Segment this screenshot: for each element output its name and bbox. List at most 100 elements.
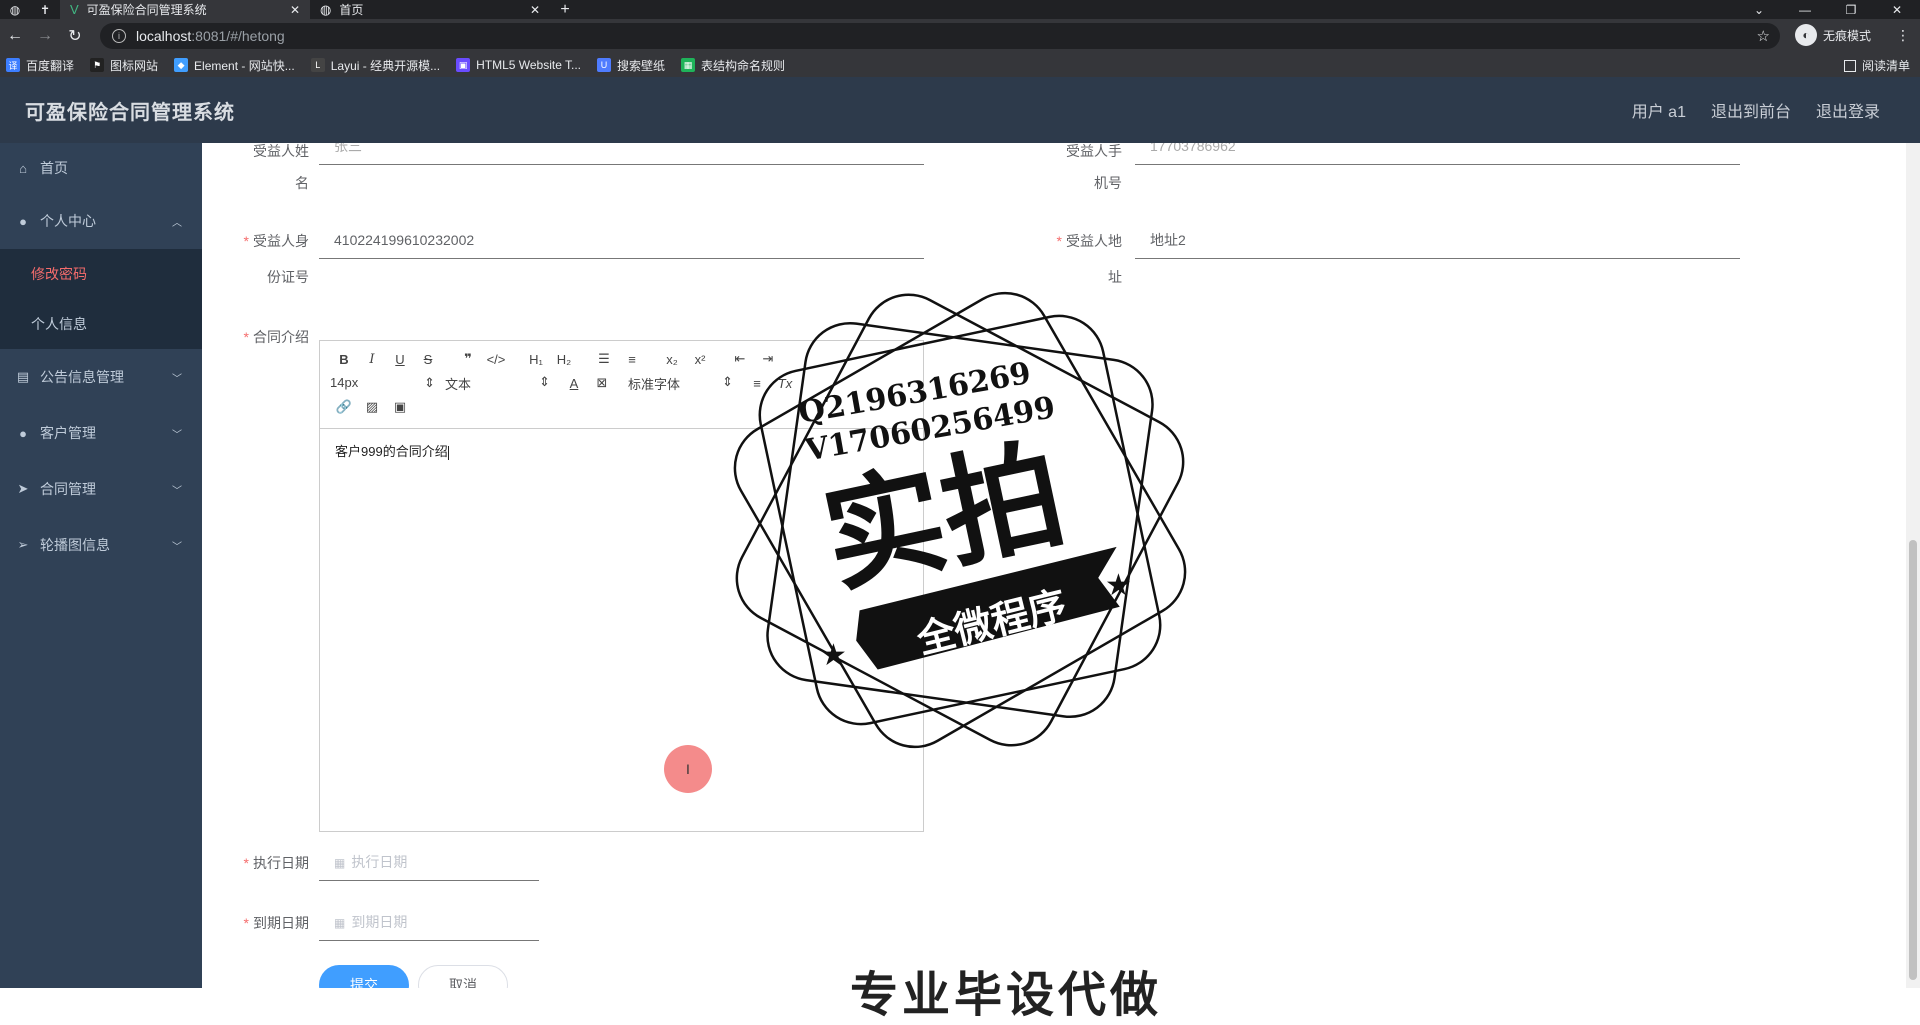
tab-home[interactable]: ◍ 首页 ✕: [310, 0, 550, 19]
wallpaper-icon: U: [597, 58, 612, 72]
sidebar-item-contract-mgmt[interactable]: ➤ 合同管理 ﹀: [0, 461, 202, 517]
image-icon[interactable]: ▨: [358, 399, 386, 415]
bookmark-item[interactable]: 译百度翻译: [6, 57, 74, 74]
select-arrows-icon: ⇕: [722, 373, 733, 389]
chevron-down-icon: ﹀: [172, 373, 182, 385]
bookmark-label: 百度翻译: [26, 58, 75, 73]
cancel-button[interactable]: 取消: [418, 965, 508, 988]
text-cursor-icon: I: [686, 761, 690, 777]
beneficiary-addr-input[interactable]: 地址2: [1135, 223, 1740, 259]
bookmark-label: Element - 网站快...: [194, 58, 295, 73]
sidebar-item-label: 轮播图信息: [40, 537, 110, 553]
exec-date-picker[interactable]: ▦ 执行日期: [319, 845, 539, 881]
reading-list[interactable]: 阅读清单: [1843, 57, 1910, 74]
video-icon[interactable]: ▣: [386, 399, 414, 415]
user-link[interactable]: 用户 a1: [1632, 98, 1686, 122]
blockquote-icon[interactable]: ❞: [454, 351, 482, 367]
code-block-icon[interactable]: </>: [482, 352, 510, 367]
sidebar-item-label: 个人中心: [40, 213, 96, 229]
sidebar-item-change-password[interactable]: 修改密码: [0, 249, 202, 299]
vue-icon: V: [70, 2, 79, 17]
bookmark-item[interactable]: L Layui - 经典开源模...: [310, 57, 440, 74]
indent-icon[interactable]: ⇥: [754, 351, 782, 367]
globe-icon: ◍: [320, 1, 332, 17]
beneficiary-phone-input[interactable]: 17703786962: [1135, 143, 1740, 165]
label-line: 受益人地: [1066, 233, 1122, 249]
bookmark-item[interactable]: ◆ Element - 网站快...: [174, 57, 295, 74]
due-date-picker[interactable]: ▦ 到期日期: [319, 905, 539, 941]
strikethrough-icon[interactable]: S: [414, 352, 442, 367]
watermark-bottom-text: 专业毕设代做: [850, 967, 1163, 1023]
label-line: 受益人手: [1066, 143, 1122, 159]
logout-link[interactable]: 退出登录: [1816, 98, 1880, 122]
font-color-icon[interactable]: A: [560, 376, 588, 391]
scrollbar-thumb[interactable]: [1909, 540, 1917, 980]
align-icon[interactable]: ≡: [743, 376, 771, 391]
bookmark-item[interactable]: ▦ 表结构命名规则: [681, 57, 785, 74]
incognito-indicator[interactable]: ◐ 无痕模式: [1795, 24, 1871, 46]
url-input[interactable]: i localhost:8081/#/hetong ☆: [100, 23, 1780, 49]
beneficiary-id-input[interactable]: 410224199610232002: [319, 223, 924, 259]
outdent-icon[interactable]: ⇤: [726, 351, 754, 367]
close-icon[interactable]: ✕: [530, 3, 540, 17]
sidebar-item-carousel-info[interactable]: ➢ 轮播图信息 ﹀: [0, 517, 202, 573]
translate-tab-icon[interactable]: ✝: [30, 0, 60, 19]
text-type-select[interactable]: 文本 ⇕: [445, 374, 560, 393]
sidebar-item-notice-mgmt[interactable]: ▤ 公告信息管理 ﹀: [0, 349, 202, 405]
restore-icon[interactable]: ❐: [1828, 0, 1874, 19]
app-header: 可盈保险合同管理系统 用户 a1 退出到前台 退出登录: [0, 77, 1920, 143]
sidebar-item-personal-info[interactable]: 个人信息: [0, 299, 202, 349]
editor-toolbar: B I U S ❞ </> H₁ H₂ ☰ ≡ x₂ x² ⇤ ⇥ 14px ⇕ …: [320, 341, 923, 429]
font-size-select[interactable]: 14px ⇕: [330, 375, 445, 391]
bold-icon[interactable]: B: [330, 352, 358, 367]
beneficiary-name-label-cont: 名: [222, 165, 309, 201]
send-icon: ➤: [17, 481, 29, 496]
window-close-icon[interactable]: ✕: [1874, 0, 1920, 19]
link-icon[interactable]: 🔗: [330, 399, 358, 415]
forward-arrow-icon[interactable]: →: [30, 27, 60, 45]
more-menu-icon[interactable]: ⋮: [1896, 27, 1910, 44]
beneficiary-addr-label-cont: 址: [1022, 259, 1122, 295]
heading1-icon[interactable]: H₁: [522, 352, 550, 367]
bookmark-item[interactable]: ⚑ 图标网站: [90, 57, 158, 74]
minimize-icon[interactable]: —: [1782, 0, 1828, 19]
sidebar-item-customer-mgmt[interactable]: ● 客户管理 ﹀: [0, 405, 202, 461]
ordered-list-icon[interactable]: ☰: [590, 351, 618, 367]
superscript-icon[interactable]: x²: [686, 352, 714, 367]
bookmarks-bar: 译百度翻译 ⚑ 图标网站 ◆ Element - 网站快... L Layui - 经…: [0, 53, 1920, 77]
to-front-link[interactable]: 退出到前台: [1711, 98, 1791, 122]
header-links: 用户 a1 退出到前台 退出登录: [1632, 98, 1880, 122]
back-arrow-icon[interactable]: ←: [0, 27, 30, 45]
new-tab-button[interactable]: +: [550, 0, 580, 19]
bookmark-label: 图标网站: [110, 58, 159, 73]
clear-format-icon[interactable]: Tx: [771, 376, 799, 391]
sidebar-item-personal-center[interactable]: ● 个人中心 ︿: [0, 193, 202, 249]
beneficiary-name-input[interactable]: 张三: [319, 143, 924, 165]
close-icon[interactable]: ✕: [290, 3, 300, 17]
background-color-icon[interactable]: ⊠: [588, 375, 616, 391]
font-family-select[interactable]: 标准字体 ⇕: [628, 374, 743, 393]
star-icon[interactable]: ☆: [1757, 27, 1770, 45]
submit-button[interactable]: 提交: [319, 965, 409, 988]
italic-icon[interactable]: I: [358, 352, 386, 367]
reading-list-icon: [1843, 59, 1856, 72]
label-line: 名: [295, 175, 309, 191]
sidebar-item-home[interactable]: ⌂ 首页: [0, 143, 202, 193]
sidebar-item-label: 公告信息管理: [40, 369, 124, 385]
rich-text-editor[interactable]: B I U S ❞ </> H₁ H₂ ☰ ≡ x₂ x² ⇤ ⇥ 14px ⇕ …: [319, 340, 924, 832]
bookmark-item[interactable]: ▣ HTML5 Website T...: [456, 58, 581, 72]
location-arrow-icon: ➢: [17, 537, 29, 552]
editor-content[interactable]: 客户999的合同介绍: [320, 429, 923, 472]
globe-icon[interactable]: ◍: [0, 0, 30, 19]
subscript-icon[interactable]: x₂: [658, 352, 686, 367]
tab-search-icon[interactable]: ⌄: [1736, 0, 1782, 19]
bullet-list-icon[interactable]: ≡: [618, 352, 646, 367]
underline-icon[interactable]: U: [386, 352, 414, 367]
tab-app[interactable]: V 可盈保险合同管理系统 ✕: [60, 0, 310, 19]
info-icon[interactable]: i: [112, 29, 126, 43]
heading2-icon[interactable]: H₂: [550, 352, 578, 367]
reload-icon[interactable]: ↻: [60, 26, 90, 46]
address-bar: ← → ↻ i localhost:8081/#/hetong ☆ ◐ 无痕模式…: [0, 19, 1920, 53]
bookmark-item[interactable]: U 搜索壁纸: [597, 57, 665, 74]
incognito-label: 无痕模式: [1823, 28, 1872, 43]
